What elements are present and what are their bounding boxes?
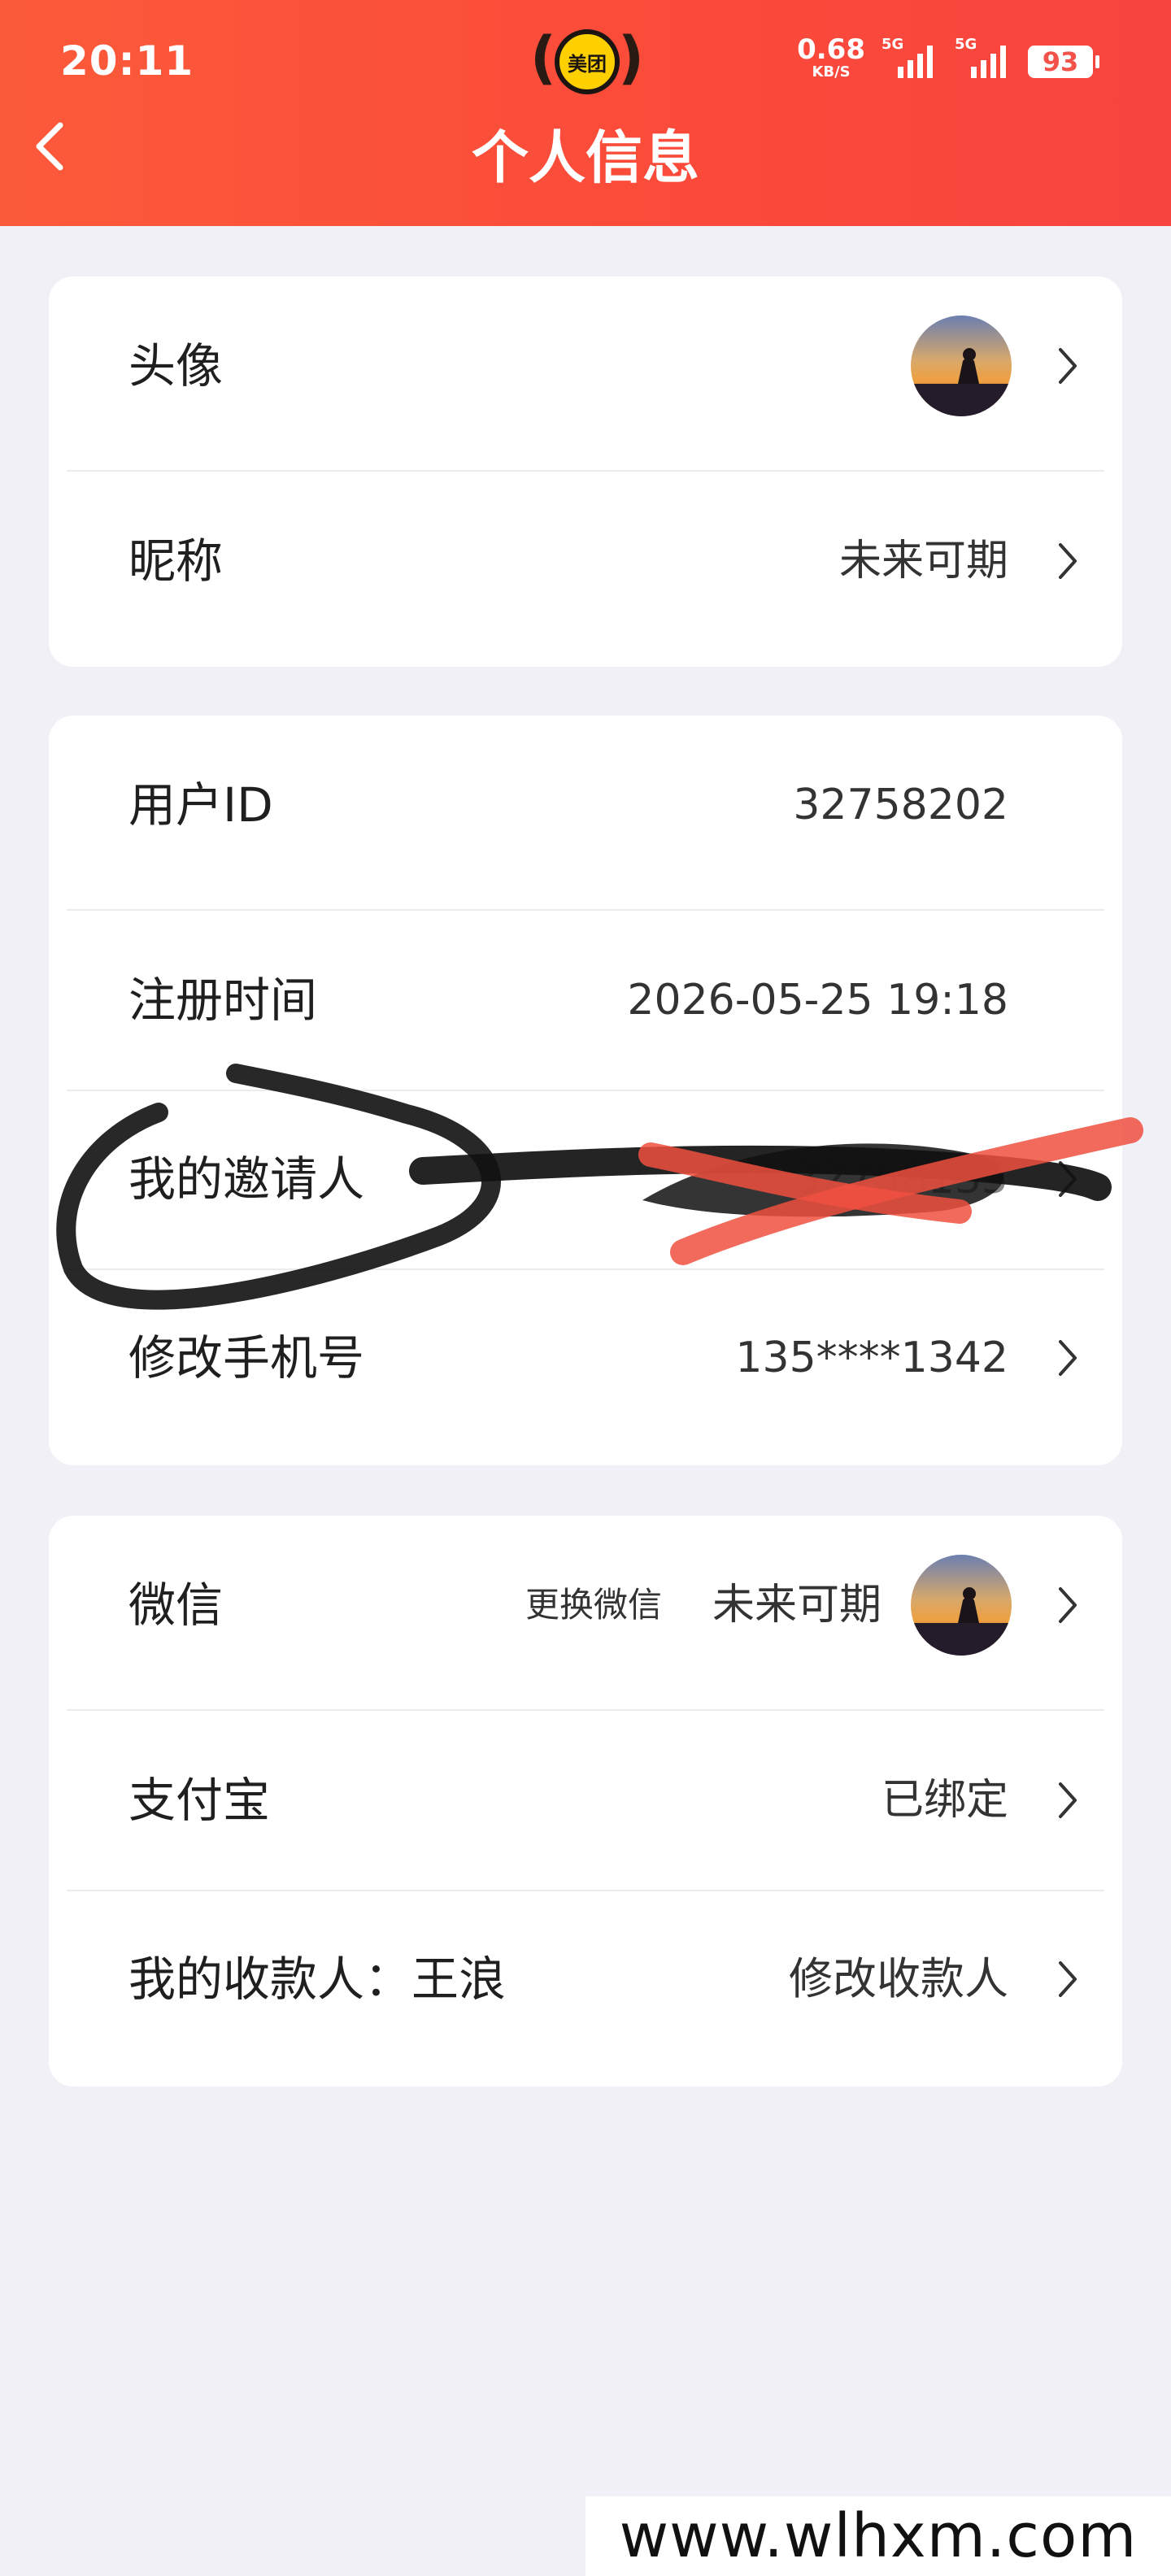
avatar bbox=[911, 315, 1012, 416]
cellular-signal-2-icon: 5G bbox=[955, 36, 1012, 81]
app-header: 20:11 ( 美团 ) 0.68 KB/S 5G 5G 93 个人信息 bbox=[0, 0, 1171, 226]
account-card: 用户ID 32758202 注册时间 2026-05-25 19:18 我的邀请… bbox=[49, 716, 1122, 1465]
network-speed: 0.68 KB/S bbox=[797, 36, 865, 80]
alipay-status: 已绑定 bbox=[881, 1776, 1008, 1825]
chevron-right-icon bbox=[1059, 1161, 1077, 1197]
phone-value: 135****1342 bbox=[735, 1334, 1008, 1382]
nickname-row[interactable]: 昵称 未来可期 bbox=[49, 472, 1122, 651]
inviter-row[interactable]: 我的邀请人 32758135 bbox=[49, 1090, 1122, 1268]
inviter-label: 我的邀请人 bbox=[128, 1151, 365, 1207]
chevron-right-icon bbox=[1059, 1587, 1077, 1623]
register-time-row: 注册时间 2026-05-25 19:18 bbox=[49, 911, 1122, 1090]
wechat-avatar bbox=[911, 1555, 1012, 1656]
change-wechat-link[interactable]: 更换微信 bbox=[525, 1516, 662, 1695]
signal-wave-left-icon: ( bbox=[530, 24, 556, 91]
meituan-status-indicator: ( 美团 ) bbox=[530, 24, 644, 98]
watermark: www.wlhxm.com bbox=[586, 2496, 1171, 2576]
status-indicators: 0.68 KB/S 5G 5G 93 bbox=[797, 36, 1099, 93]
signal-wave-right-icon: ) bbox=[618, 24, 644, 91]
chevron-right-icon bbox=[1059, 1782, 1077, 1818]
inviter-value: 32758135 bbox=[793, 1155, 1008, 1203]
register-time-value: 2026-05-25 19:18 bbox=[627, 976, 1008, 1025]
binding-card: 微信 更换微信 未来可期 支付宝 已绑定 我的收款人：王浪 修改收款人 bbox=[49, 1516, 1122, 2086]
page-title: 个人信息 bbox=[472, 124, 699, 191]
nickname-label: 昵称 bbox=[128, 533, 224, 589]
profile-card: 头像 昵称 未来可期 bbox=[49, 276, 1122, 667]
change-phone-label: 修改手机号 bbox=[128, 1330, 365, 1386]
chevron-right-icon bbox=[1059, 348, 1077, 384]
register-time-label: 注册时间 bbox=[128, 973, 318, 1028]
meituan-badge-icon: 美团 bbox=[555, 29, 620, 94]
wechat-label: 微信 bbox=[128, 1577, 224, 1633]
payee-label: 我的收款人：王浪 bbox=[128, 1952, 507, 2007]
change-payee-link[interactable]: 修改收款人 bbox=[789, 1890, 1008, 2069]
nickname-value: 未来可期 bbox=[838, 537, 1008, 585]
wechat-name: 未来可期 bbox=[712, 1581, 882, 1630]
wechat-row[interactable]: 微信 更换微信 未来可期 bbox=[49, 1516, 1122, 1695]
user-id-row: 用户ID 32758202 bbox=[49, 716, 1122, 894]
payee-row[interactable]: 我的收款人：王浪 修改收款人 bbox=[49, 1890, 1122, 2069]
chevron-right-icon bbox=[1059, 1961, 1077, 1997]
battery-icon: 93 bbox=[1028, 46, 1099, 78]
chevron-right-icon bbox=[1059, 1340, 1077, 1376]
avatar-label: 头像 bbox=[128, 338, 224, 394]
avatar-row[interactable]: 头像 bbox=[49, 276, 1122, 455]
alipay-row[interactable]: 支付宝 已绑定 bbox=[49, 1711, 1122, 1890]
status-time: 20:11 bbox=[60, 37, 194, 85]
cellular-signal-1-icon: 5G bbox=[882, 36, 938, 81]
change-phone-row[interactable]: 修改手机号 135****1342 bbox=[49, 1268, 1122, 1447]
alipay-label: 支付宝 bbox=[128, 1773, 271, 1828]
network-speed-unit: KB/S bbox=[812, 63, 851, 80]
user-id-value: 32758202 bbox=[793, 781, 1008, 829]
chevron-right-icon bbox=[1059, 543, 1077, 579]
user-id-label: 用户ID bbox=[128, 777, 273, 833]
network-speed-value: 0.68 bbox=[797, 33, 865, 66]
